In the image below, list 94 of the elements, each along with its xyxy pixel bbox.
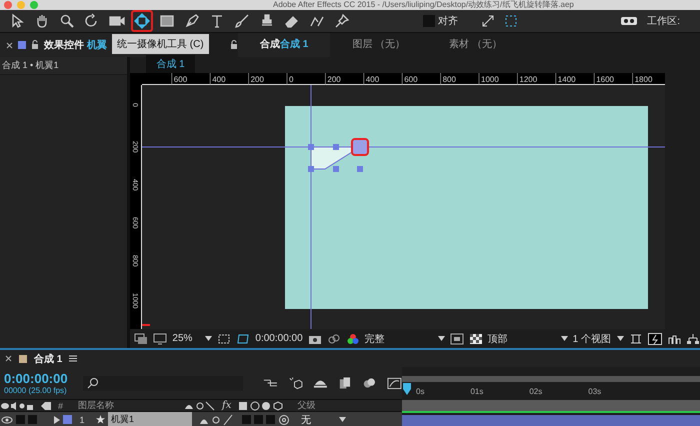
parent-dropdown[interactable]: 无: [301, 412, 346, 426]
close-icon[interactable]: [5, 355, 12, 362]
search-field[interactable]: [82, 376, 244, 390]
orbit-tool-icon[interactable]: [131, 10, 153, 32]
column-header[interactable]: 图层名称: [78, 399, 168, 412]
link-icon[interactable]: [326, 332, 341, 344]
checkerboard-icon[interactable]: [468, 332, 483, 344]
tooltip: 统一摄像机工具 (C): [112, 34, 209, 54]
minimize-dot-icon[interactable]: [17, 1, 25, 9]
caret-icon: [560, 336, 568, 341]
audio-switch[interactable]: [16, 415, 25, 424]
align-label: 对齐: [438, 14, 458, 28]
star-icon: [96, 415, 105, 424]
caret-icon: [617, 336, 624, 341]
resolution-dropdown[interactable]: 完整: [364, 332, 445, 346]
fast-preview-icon[interactable]: [648, 332, 662, 344]
window-title: Adobe After Effects CC 2015 - /Users/liuliping/Desktop/动效练习/纸飞机旋转降落.aep: [273, 0, 574, 10]
lock-icon[interactable]: [230, 40, 238, 50]
switch-box[interactable]: [254, 415, 263, 424]
effects-column-header: fx: [222, 400, 232, 411]
snap-icon[interactable]: [504, 14, 518, 28]
transparency-icon[interactable]: [236, 332, 250, 344]
timeline-tab[interactable]: 合成 1: [34, 352, 62, 366]
viewer-tab[interactable]: 合成合成 1: [238, 33, 330, 57]
search-icon: [86, 377, 100, 389]
time-ruler-label: 02s: [529, 386, 542, 396]
layer-switches-icon: [237, 400, 284, 410]
ruler-label: 200: [251, 75, 264, 84]
column-header: #: [58, 400, 64, 410]
lock-switch[interactable]: [28, 415, 37, 424]
visibility-switches-icon: [0, 400, 34, 410]
time-ruler-label: 0s: [416, 386, 424, 396]
caret-icon: [438, 336, 445, 341]
switch-box[interactable]: [242, 415, 251, 424]
pick-whip-icon[interactable]: [278, 414, 290, 426]
layer-switches-icon: [184, 400, 216, 410]
layer-name[interactable]: 机翼1: [108, 412, 192, 426]
caret-icon: [339, 417, 346, 422]
ruler-label: 0: [289, 75, 294, 84]
caret-icon: [205, 336, 212, 341]
ruler-label: 200: [328, 75, 342, 84]
ruler-label: 600: [404, 75, 418, 84]
ruler-label: 400: [212, 75, 226, 84]
composition-square-icon: [19, 354, 27, 362]
menu-icon[interactable]: [69, 355, 78, 362]
zoom-dropdown[interactable]: 25%: [172, 333, 212, 344]
ruler-marker: [142, 324, 150, 326]
workspace-label: 工作区:: [647, 15, 680, 28]
ruler-label: 600: [174, 75, 188, 84]
graph-editor-icon[interactable]: [387, 376, 402, 390]
close-icon[interactable]: [6, 42, 13, 48]
timecode[interactable]: 0:00:00:00: [4, 371, 73, 386]
layout-dropdown[interactable]: 1 个视图: [572, 332, 624, 346]
ruler-label: 1400: [558, 75, 576, 84]
ruler-label: 400: [366, 75, 380, 84]
time-ruler-label: 03s: [588, 386, 602, 396]
view-dropdown[interactable]: 顶部: [488, 332, 568, 346]
layer-row[interactable]: 1 机翼1 无: [0, 412, 402, 426]
layer-number: 1: [78, 414, 86, 424]
layer-square-icon: [18, 41, 26, 49]
playhead-icon[interactable]: [402, 382, 412, 396]
expand-triangle-icon[interactable]: [54, 416, 60, 424]
time-ruler-label: 01s: [470, 386, 484, 396]
lock-icon[interactable]: [31, 40, 39, 50]
camera-drawing[interactable]: [308, 138, 370, 172]
region-of-interest-icon[interactable]: [450, 332, 464, 344]
composition-tab[interactable]: 合成 1: [146, 55, 195, 73]
eye-icon[interactable]: [1, 414, 13, 424]
workspace-icon[interactable]: [620, 15, 638, 27]
ruler-label: 1200: [520, 75, 538, 84]
switch-box[interactable]: [266, 415, 275, 424]
frame-count: 00000 (25.00 fps): [4, 386, 68, 395]
ruler-label: 1800: [635, 75, 653, 84]
close-dot-icon[interactable]: [4, 1, 12, 9]
timeline-icon[interactable]: [667, 332, 681, 344]
flowchart-icon[interactable]: [686, 332, 700, 344]
align-checkbox[interactable]: [423, 15, 435, 27]
zoom-dot-icon[interactable]: [30, 1, 38, 9]
monitor-icon[interactable]: [153, 332, 168, 344]
effect-controls-tab[interactable]: 效果控件 机翼: [44, 38, 107, 52]
label-color-swatch[interactable]: [63, 415, 72, 424]
preview-icon[interactable]: [134, 332, 148, 344]
frame-blending-icon[interactable]: [338, 376, 352, 390]
ruler-label: 1000: [481, 75, 500, 84]
region-icon[interactable]: [217, 332, 232, 344]
pixel-ratio-icon[interactable]: [629, 332, 643, 344]
draft-3d-icon[interactable]: [288, 376, 303, 390]
ruler-label: 800: [443, 75, 456, 84]
current-time[interactable]: 0:00:00:00: [255, 333, 303, 344]
motion-blur-icon[interactable]: [362, 376, 378, 390]
color-channels-icon[interactable]: [346, 332, 360, 344]
column-header: 父级: [297, 399, 316, 412]
expand-arrows-icon[interactable]: [481, 14, 495, 28]
ruler-label: 1600: [596, 75, 614, 84]
